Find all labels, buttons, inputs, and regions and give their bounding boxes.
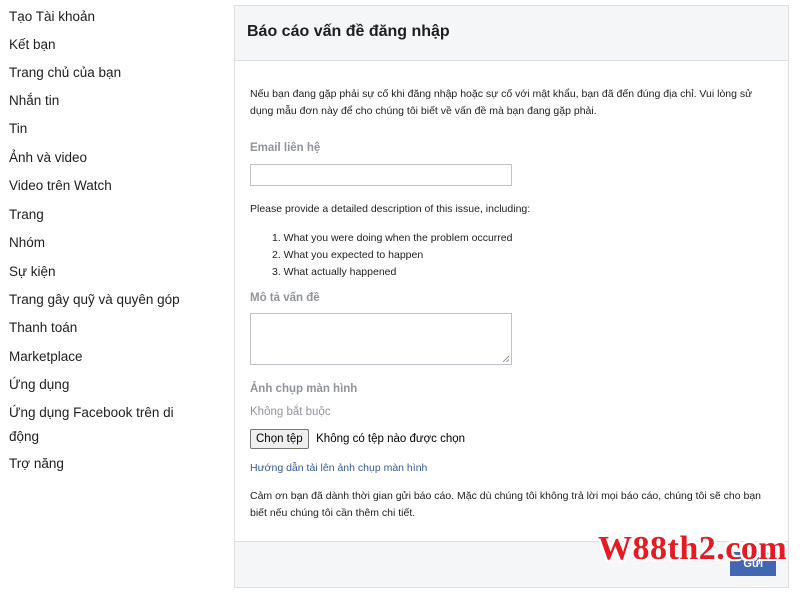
resize-handle-icon[interactable] [503, 356, 509, 362]
sidebar-item-stories[interactable]: Tin [9, 119, 27, 139]
intro-text: Nếu bạn đang gặp phải sự cố khi đăng nhậ… [250, 88, 753, 117]
sidebar-item-fundraisers[interactable]: Trang gây quỹ và quyên góp [9, 290, 180, 310]
sidebar-item-messaging[interactable]: Nhắn tin [9, 91, 59, 111]
sidebar-item-mobile-apps[interactable]: Ứng dụng Facebook trên di động [9, 401, 179, 449]
thanks-text: Cảm ơn bạn đã dành thời gian gửi báo cáo… [250, 490, 762, 519]
sidebar-item-home[interactable]: Trang chủ của bạn [9, 63, 121, 83]
sidebar-item-watch[interactable]: Video trên Watch [9, 176, 112, 196]
sidebar-item-pages[interactable]: Trang [9, 205, 44, 225]
report-form-card: Báo cáo vấn đề đăng nhập Nếu bạn đang gặ… [234, 5, 789, 588]
watermark: W88th2.com [598, 530, 788, 567]
email-field[interactable] [250, 164, 512, 186]
sidebar-item-events[interactable]: Sự kiện [9, 262, 56, 282]
list-item: 1. What you were doing when the problem … [272, 232, 513, 244]
sidebar-item-photos-videos[interactable]: Ảnh và video [9, 148, 87, 168]
sidebar-item-accessibility[interactable]: Trợ năng [9, 454, 64, 474]
file-upload: Chọn tệp Không có tệp nào được chọn [250, 429, 465, 449]
email-label: Email liên hệ [250, 142, 321, 154]
sidebar-item-marketplace[interactable]: Marketplace [9, 347, 83, 367]
optional-label: Không bắt buộc [250, 406, 331, 418]
problem-description-textarea[interactable] [250, 313, 512, 365]
sidebar-item-payments[interactable]: Thanh toán [9, 318, 77, 338]
form-title: Báo cáo vấn đề đăng nhập [247, 23, 450, 40]
sidebar-item-create-account[interactable]: Tạo Tài khoản [9, 7, 95, 27]
sidebar-item-apps[interactable]: Ứng dụng [9, 375, 69, 395]
screenshot-label: Ảnh chụp màn hình [250, 383, 358, 395]
problem-label: Mô tả vấn đề [250, 292, 320, 304]
sidebar-item-friends[interactable]: Kết bạn [9, 35, 56, 55]
choose-file-button[interactable]: Chọn tệp [250, 429, 309, 449]
sidebar-item-groups[interactable]: Nhóm [9, 233, 45, 253]
list-item: 3. What actually happened [272, 266, 397, 278]
list-item: 2. What you expected to happen [272, 249, 424, 261]
steps-list: 1. What you were doing when the problem … [272, 230, 512, 281]
file-status: Không có tệp nào được chọn [316, 433, 466, 445]
description-prompt: Please provide a detailed description of… [250, 203, 531, 215]
card-header: Báo cáo vấn đề đăng nhập [235, 6, 788, 61]
screenshot-guide-link[interactable]: Hướng dẫn tải lên ảnh chụp màn hình [250, 462, 427, 474]
